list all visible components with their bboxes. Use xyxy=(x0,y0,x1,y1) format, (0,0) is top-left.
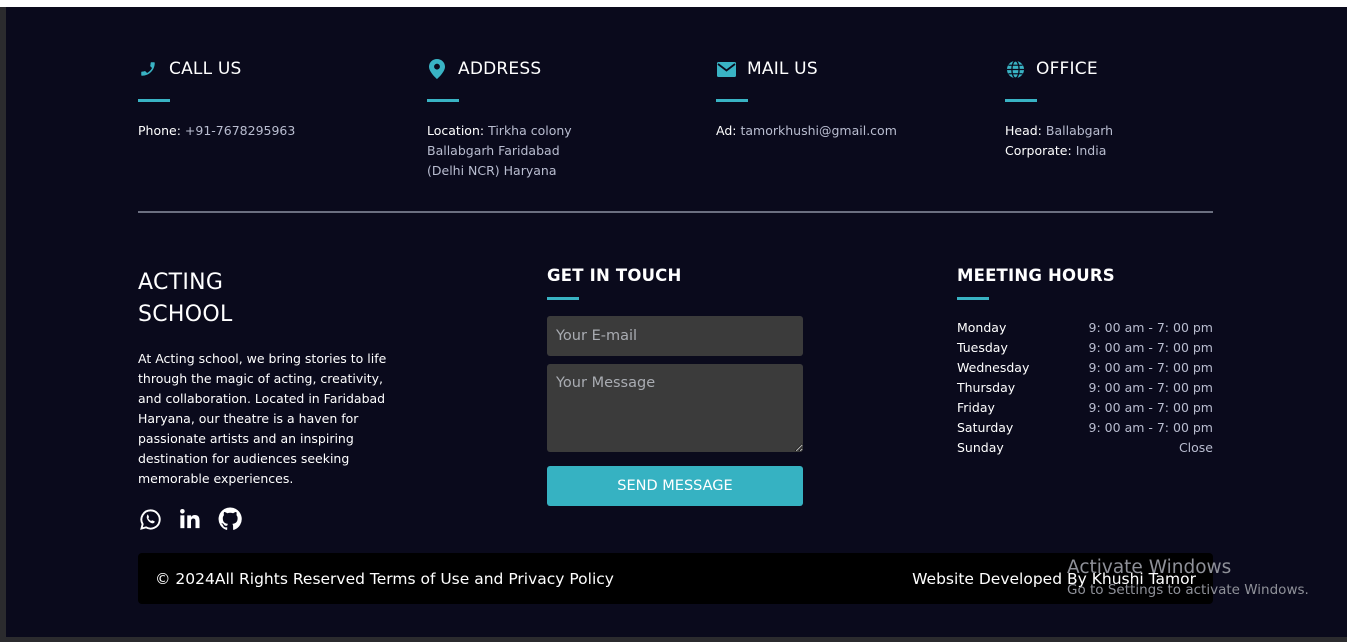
hours-row: Monday 9: 00 am - 7: 00 pm xyxy=(957,318,1213,338)
phone-value[interactable]: +91-7678295963 xyxy=(185,123,295,138)
hours-day: Tuesday xyxy=(957,340,1008,355)
hours-list: Monday 9: 00 am - 7: 00 pm Tuesday 9: 00 a… xyxy=(957,318,1213,458)
accent-underline xyxy=(138,99,170,102)
head-value: Ballabgarh xyxy=(1045,123,1114,138)
section-divider xyxy=(138,211,1213,213)
hours-time: 9: 00 am - 7: 00 pm xyxy=(1088,400,1213,415)
hours-time: 9: 00 am - 7: 00 pm xyxy=(1088,320,1213,335)
hours-row: Wednesday 9: 00 am - 7: 00 pm xyxy=(957,358,1213,378)
contact-mail-header: MAIL US xyxy=(716,57,976,81)
hours-time: 9: 00 am - 7: 00 pm xyxy=(1088,360,1213,375)
contact-address-body: Location: Tirkha colony Ballabgarh Farid… xyxy=(427,121,687,181)
get-in-touch-title: GET IN TOUCH xyxy=(547,266,682,285)
copyright-bar: © 2024All Rights Reserved Terms of Use a… xyxy=(138,553,1213,604)
contact-mail-body: Ad: tamorkhushi@gmail.com xyxy=(716,121,976,141)
message-field[interactable] xyxy=(547,364,803,452)
phone-label: Phone: xyxy=(138,123,181,138)
brand-title-line-1: ACTING xyxy=(138,270,224,295)
whatsapp-icon[interactable] xyxy=(138,507,162,531)
hours-day: Friday xyxy=(957,400,995,415)
about-section: ACTING SCHOOL At Acting school, we bring… xyxy=(138,267,398,531)
email-label: Ad: xyxy=(716,123,737,138)
email-field[interactable] xyxy=(547,316,803,356)
accent-underline xyxy=(547,297,579,300)
contact-row: CALL US Phone: +91-7678295963 ADDRESS Lo… xyxy=(138,57,1218,197)
hours-day: Monday xyxy=(957,320,1007,335)
linkedin-icon[interactable] xyxy=(178,507,202,531)
contact-address-title: ADDRESS xyxy=(458,59,542,79)
hours-time: 9: 00 am - 7: 00 pm xyxy=(1088,420,1213,435)
contact-call: CALL US Phone: +91-7678295963 xyxy=(138,57,398,141)
accent-underline xyxy=(716,99,748,102)
site-footer: CALL US Phone: +91-7678295963 ADDRESS Lo… xyxy=(6,7,1347,637)
phone-icon xyxy=(138,59,158,79)
accent-underline xyxy=(427,99,459,102)
send-message-button[interactable]: SEND MESSAGE xyxy=(547,466,803,506)
copyright-text: © 2024All Rights Reserved Terms of Use a… xyxy=(155,569,614,588)
github-icon[interactable] xyxy=(218,507,242,531)
corporate-label: Corporate: xyxy=(1005,143,1072,158)
get-in-touch-section: GET IN TOUCH SEND MESSAGE xyxy=(547,265,803,506)
location-label: Location: xyxy=(427,123,485,138)
contact-office-body: Head: Ballabgarh Corporate: India xyxy=(1005,121,1265,161)
contact-office-header: OFFICE xyxy=(1005,57,1265,81)
hours-row: Tuesday 9: 00 am - 7: 00 pm xyxy=(957,338,1213,358)
hours-time: 9: 00 am - 7: 00 pm xyxy=(1088,380,1213,395)
hours-row: Sunday Close xyxy=(957,438,1213,458)
contact-call-header: CALL US xyxy=(138,57,398,81)
contact-mail: MAIL US Ad: tamorkhushi@gmail.com xyxy=(716,57,976,141)
top-strip xyxy=(0,0,1347,7)
contact-call-title: CALL US xyxy=(169,59,242,79)
contact-office: OFFICE Head: Ballabgarh Corporate: India xyxy=(1005,57,1265,161)
contact-call-body: Phone: +91-7678295963 xyxy=(138,121,398,141)
hours-time: 9: 00 am - 7: 00 pm xyxy=(1088,340,1213,355)
address-line-3: (Delhi NCR) Haryana xyxy=(427,163,557,178)
activate-windows-subtitle: Go to Settings to activate Windows. xyxy=(1067,582,1309,598)
contact-mail-title: MAIL US xyxy=(747,59,818,79)
address-line-1: Tirkha colony xyxy=(488,123,572,138)
hours-day: Saturday xyxy=(957,420,1014,435)
hours-day: Thursday xyxy=(957,380,1016,395)
hours-time: Close xyxy=(1178,440,1213,455)
hours-row: Friday 9: 00 am - 7: 00 pm xyxy=(957,398,1213,418)
hours-day: Sunday xyxy=(957,440,1004,455)
contact-office-title: OFFICE xyxy=(1036,59,1098,79)
brand-title: ACTING SCHOOL xyxy=(138,267,398,331)
contact-address: ADDRESS Location: Tirkha colony Ballabga… xyxy=(427,57,687,181)
hours-row: Saturday 9: 00 am - 7: 00 pm xyxy=(957,418,1213,438)
envelope-icon xyxy=(716,59,736,79)
hours-day: Wednesday xyxy=(957,360,1030,375)
meeting-hours-title: MEETING HOURS xyxy=(957,266,1115,285)
head-label: Head: xyxy=(1005,123,1042,138)
globe-icon xyxy=(1005,59,1025,79)
brand-title-line-2: SCHOOL xyxy=(138,302,233,327)
contact-address-header: ADDRESS xyxy=(427,57,687,81)
accent-underline xyxy=(1005,99,1037,102)
meeting-hours-section: MEETING HOURS Monday 9: 00 am - 7: 00 pm … xyxy=(957,265,1213,458)
address-line-2: Ballabgarh Faridabad xyxy=(427,143,560,158)
activate-windows-title: Activate Windows xyxy=(1067,557,1232,578)
activate-windows-watermark: Activate Windows Go to Settings to activ… xyxy=(1067,556,1309,600)
hours-row: Thursday 9: 00 am - 7: 00 pm xyxy=(957,378,1213,398)
map-marker-icon xyxy=(427,59,447,79)
social-links xyxy=(138,507,398,531)
corporate-value: India xyxy=(1075,143,1107,158)
accent-underline xyxy=(957,297,989,300)
about-text: At Acting school, we bring stories to li… xyxy=(138,351,387,486)
email-value[interactable]: tamorkhushi@gmail.com xyxy=(740,123,896,138)
